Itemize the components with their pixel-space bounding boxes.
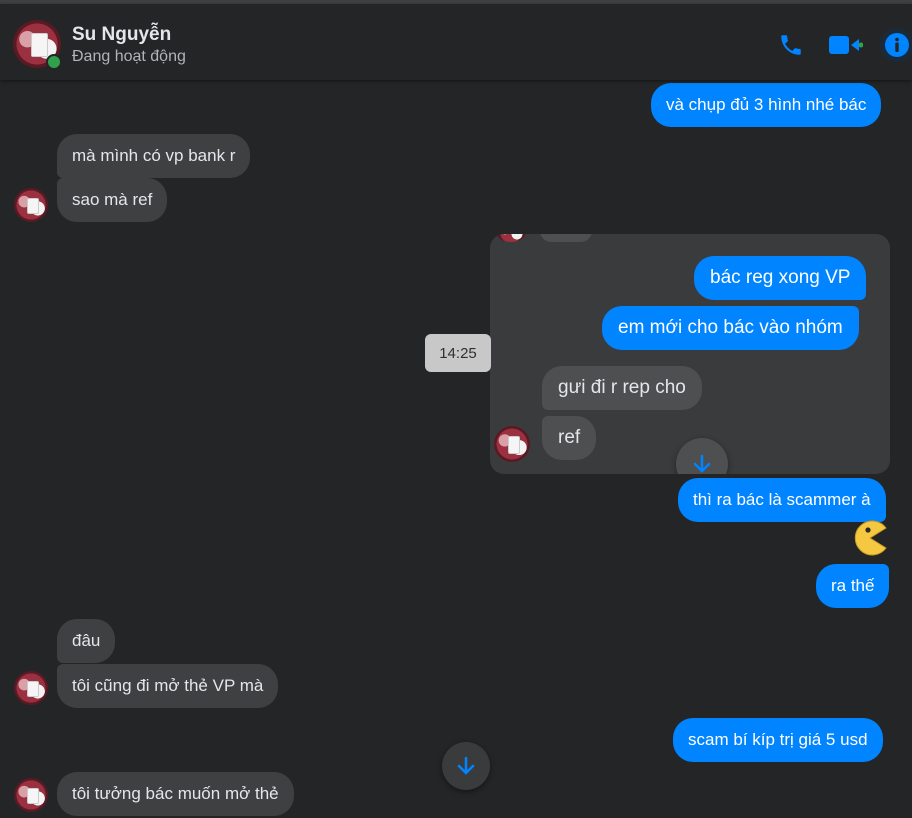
cropped-bubble	[540, 234, 592, 242]
message-list[interactable]: và chụp đủ 3 hình nhé bác mà mình có vp …	[0, 80, 912, 818]
message-outgoing[interactable]: và chụp đủ 3 hình nhé bác	[651, 83, 882, 127]
forwarded-screenshot[interactable]: bác reg xong VP em mới cho bác vào nhóm …	[490, 234, 890, 474]
timestamp-text: 14:25	[439, 344, 477, 362]
message-outgoing[interactable]: scam bí kíp trị giá 5 usd	[673, 718, 883, 762]
info-icon[interactable]	[880, 28, 912, 62]
sender-avatar[interactable]	[14, 671, 48, 705]
message-incoming[interactable]: mà mình có vp bank r	[57, 134, 251, 178]
arrow-down-icon	[457, 756, 475, 775]
screenshot-message-outgoing: em mới cho bác vào nhóm	[602, 306, 859, 350]
message-incoming[interactable]: đâu	[57, 619, 116, 663]
contact-name[interactable]: Su Nguyễn	[72, 24, 171, 46]
screenshot-message-incoming: ref	[542, 416, 597, 460]
message-outgoing[interactable]: thì ra bác là scammer à	[678, 478, 886, 522]
online-status-dot	[46, 54, 62, 70]
sender-avatar[interactable]	[14, 778, 48, 812]
cropped-avatar	[496, 234, 526, 242]
message-incoming[interactable]: tôi tưởng bác muốn mở thẻ	[57, 772, 294, 816]
pacman-sticker-icon[interactable]	[852, 520, 888, 556]
sender-avatar[interactable]	[14, 188, 48, 222]
screenshot-sender-avatar	[494, 426, 530, 462]
phone-icon[interactable]	[776, 30, 806, 60]
message-incoming[interactable]: tôi cũng đi mở thẻ VP mà	[57, 664, 279, 708]
message-incoming[interactable]: sao mà ref	[57, 178, 168, 222]
timestamp-tooltip: 14:25	[425, 334, 491, 372]
scroll-to-bottom-button[interactable]	[442, 742, 490, 790]
video-icon[interactable]	[824, 30, 866, 60]
screenshot-scroll-down-icon	[676, 438, 728, 474]
screenshot-message-incoming: gưi đi r rep cho	[542, 366, 702, 410]
contact-status: Đang hoạt động	[72, 48, 186, 65]
chat-header: Su Nguyễn Đang hoạt động	[0, 4, 912, 80]
screenshot-message-outgoing: bác reg xong VP	[694, 256, 867, 300]
message-outgoing[interactable]: ra thế	[816, 564, 890, 608]
